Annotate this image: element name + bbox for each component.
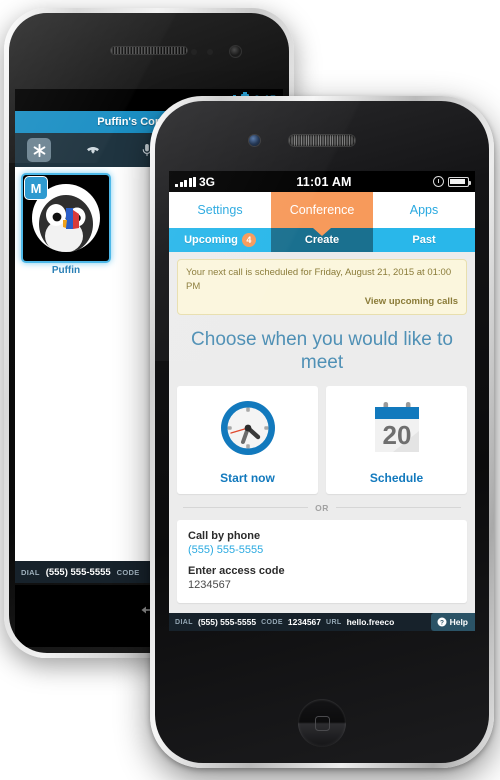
calendar-day-number: 20	[382, 420, 411, 450]
svg-text:?: ?	[440, 619, 444, 626]
avatar: M	[23, 175, 109, 261]
schedule-label: Schedule	[369, 470, 424, 485]
help-label: Help	[449, 617, 468, 627]
iphone-code-label: CODE	[261, 618, 283, 626]
access-code-value: 1234567	[188, 578, 231, 591]
tab-settings[interactable]: Settings	[169, 192, 271, 228]
home-button[interactable]	[298, 699, 346, 747]
active-tab-arrow-icon	[313, 228, 331, 236]
call-by-phone-card: Call by phone (555) 555-5555 Enter acces…	[177, 519, 467, 603]
android-dial-number[interactable]: (555) 555-5555	[46, 567, 111, 578]
light-sensor-icon	[207, 49, 213, 55]
scene: 9:15 Puffin's Conference	[0, 0, 500, 780]
earpiece-speaker-icon	[289, 135, 355, 146]
home-square-icon	[314, 715, 330, 731]
help-icon: ?	[437, 617, 447, 627]
participant-tile[interactable]: M Puffin	[23, 175, 109, 276]
participant-name: Puffin	[51, 265, 81, 276]
subtab-upcoming[interactable]: Upcoming 4	[169, 228, 271, 252]
tab-apps[interactable]: Apps	[373, 192, 475, 228]
subtab-upcoming-label: Upcoming	[184, 234, 238, 246]
iphone-top-hardware	[169, 101, 475, 171]
or-divider-label: OR	[315, 502, 329, 513]
start-now-label: Start now	[220, 470, 275, 485]
next-call-text: Your next call is scheduled for Friday, …	[186, 267, 452, 292]
schedule-card[interactable]: 20 Schedule	[326, 385, 467, 494]
or-divider: OR	[169, 494, 475, 520]
start-now-card[interactable]: Start now	[177, 385, 318, 494]
call-by-phone-label: Call by phone	[188, 529, 261, 542]
proximity-sensor-icon	[191, 49, 197, 55]
call-by-phone-number[interactable]: (555) 555-5555	[188, 544, 456, 556]
iphone-screen: 3G 11:01 AM Settings Conference Apps Upc…	[169, 171, 475, 631]
battery-icon	[448, 176, 472, 187]
android-dial-label: DIAL	[21, 567, 40, 577]
front-camera-icon	[229, 45, 242, 58]
alarm-icon	[433, 176, 444, 187]
front-camera-icon	[249, 135, 260, 146]
create-conference-content: Your next call is scheduled for Friday, …	[169, 252, 475, 631]
iphone-info-bar: DIAL (555) 555-5555 CODE 1234567 URL hel…	[169, 613, 475, 631]
subtab-past-label: Past	[412, 234, 436, 246]
page-title: Choose when you would like to meet	[191, 329, 453, 374]
iphone-status-bar: 3G 11:01 AM	[169, 171, 475, 192]
sub-tabs: Upcoming 4 Create Past	[169, 228, 475, 252]
iphone-code-value: 1234567	[287, 617, 321, 627]
next-call-notice: Your next call is scheduled for Friday, …	[177, 259, 467, 316]
iphone-dial-label: DIAL	[175, 618, 193, 626]
view-upcoming-calls-link[interactable]: View upcoming calls	[365, 295, 458, 309]
signal-icon	[175, 176, 196, 187]
calendar-icon: 20	[366, 397, 428, 464]
subtab-past[interactable]: Past	[373, 228, 475, 252]
moderator-badge: M	[25, 177, 47, 199]
help-button[interactable]: ? Help	[430, 613, 475, 631]
iphone-body: 3G 11:01 AM Settings Conference Apps Upc…	[155, 101, 489, 763]
end-call-icon[interactable]	[81, 138, 105, 162]
upcoming-count-badge: 4	[241, 233, 256, 247]
iphone-device: 3G 11:01 AM Settings Conference Apps Upc…	[150, 96, 494, 768]
iphone-url-label: URL	[326, 618, 342, 626]
access-code-label: Enter access code	[188, 564, 285, 577]
android-code-label: CODE	[116, 567, 140, 577]
iphone-status-time: 11:01 AM	[296, 174, 352, 189]
asterisk-icon[interactable]	[27, 138, 51, 162]
earpiece-speaker-icon	[110, 46, 188, 55]
meeting-option-cards: Start now 20 Schedule	[169, 385, 475, 494]
tab-conference[interactable]: Conference	[271, 192, 373, 228]
network-type: 3G	[199, 174, 216, 189]
iphone-url-value[interactable]: hello.freeco	[347, 617, 395, 627]
main-tabs: Settings Conference Apps	[169, 192, 475, 228]
iphone-dial-number[interactable]: (555) 555-5555	[198, 617, 256, 627]
android-top-hardware	[15, 20, 283, 96]
clock-icon	[217, 397, 279, 464]
